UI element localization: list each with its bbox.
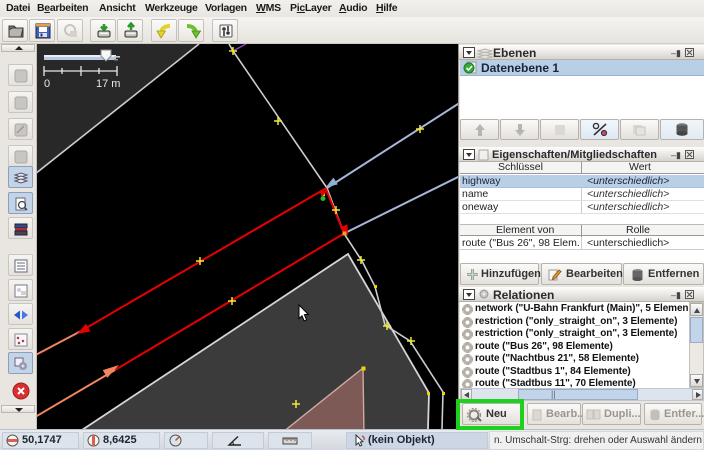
- svg-text:17 m: 17 m: [96, 78, 120, 90]
- svg-text:0: 0: [44, 78, 50, 90]
